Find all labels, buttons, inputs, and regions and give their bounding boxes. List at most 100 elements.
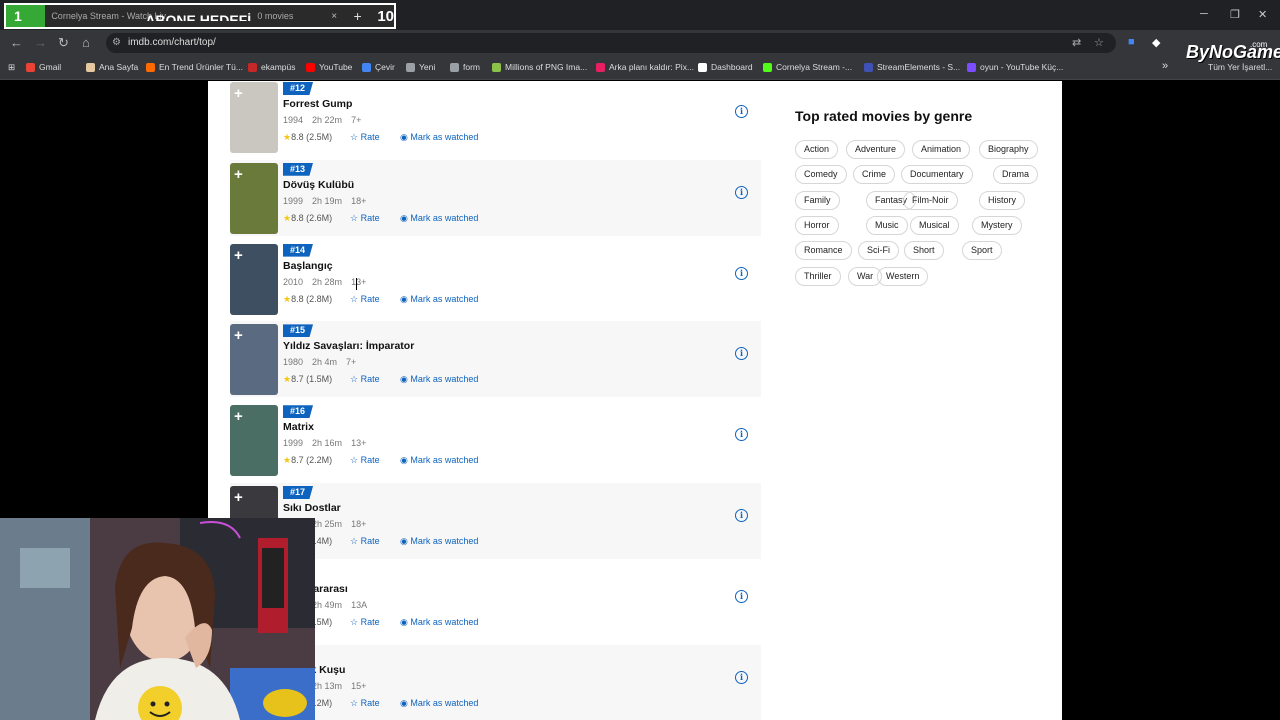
browser-tab[interactable]: Cornelya Stream - Watch Liv 0 movies ABO…	[45, 11, 324, 21]
movie-row[interactable]: + #13 Dövüş Kulübü 1999 2h 19m 18+ ★8.8 (2.6M)…	[230, 159, 761, 236]
movie-title[interactable]: Dövüş Kulübü	[283, 179, 354, 191]
genre-chip[interactable]: Biography	[979, 140, 1038, 159]
bookmark-item[interactable]: ekampüs	[248, 62, 296, 72]
back-icon[interactable]: ←	[10, 35, 23, 50]
movie-poster[interactable]: +	[230, 405, 278, 477]
genre-chip[interactable]: Mystery	[972, 216, 1022, 235]
movie-title[interactable]: Yıldız Savaşları: İmparator	[283, 340, 414, 352]
bookmark-item[interactable]: Gmail	[26, 62, 61, 72]
movie-poster[interactable]: +	[230, 243, 278, 315]
genre-chip[interactable]: Thriller	[795, 267, 841, 286]
bookmark-item[interactable]: oyun - YouTube Küç...	[967, 62, 1063, 72]
bookmark-item[interactable]: Yeni	[406, 62, 435, 72]
bookmark-item[interactable]: Arka planı kaldır: Pix...	[596, 62, 694, 72]
rate-button[interactable]: ☆ Rate	[350, 132, 380, 143]
genre-chip[interactable]: Musical	[910, 216, 959, 235]
mark-watched-button[interactable]: ◉ Mark as watched	[400, 698, 478, 709]
movie-poster[interactable]: +	[230, 162, 278, 234]
movie-row[interactable]: + #15 Yıldız Savaşları: İmparator 1980 2h 4m…	[230, 321, 761, 398]
rate-button[interactable]: ☆ Rate	[350, 536, 380, 547]
bookmark-item[interactable]: Çevir	[362, 62, 395, 72]
movie-title[interactable]: Sıkı Dostlar	[283, 502, 341, 514]
reload-icon[interactable]: ↻	[58, 35, 69, 51]
genre-chip[interactable]: History	[979, 191, 1026, 210]
mark-watched-button[interactable]: ◉ Mark as watched	[400, 536, 478, 547]
bookmark-star-icon[interactable]: ☆	[1094, 36, 1104, 49]
genre-chip[interactable]: Western	[877, 267, 929, 286]
genre-chip[interactable]: Sci-Fi	[858, 241, 899, 260]
rate-button[interactable]: ☆ Rate	[350, 455, 380, 466]
rate-button[interactable]: ☆ Rate	[350, 617, 380, 628]
add-to-watchlist-icon[interactable]: +	[234, 327, 243, 344]
add-to-watchlist-icon[interactable]: +	[234, 408, 243, 425]
bookmark-item[interactable]: YouTube	[306, 62, 352, 72]
tab-close-icon[interactable]: ×	[324, 11, 344, 22]
translate-icon[interactable]: ⇄	[1072, 36, 1081, 49]
add-to-watchlist-icon[interactable]: +	[234, 489, 243, 506]
mark-watched-button[interactable]: ◉ Mark as watched	[400, 294, 478, 305]
movie-row[interactable]: + #14 Başlangıç 2010 2h 28m 13+ ★8.8 (2.8M) ☆ R…	[230, 241, 761, 317]
info-icon[interactable]: i	[735, 105, 748, 118]
movie-poster[interactable]: +	[230, 324, 278, 396]
genre-chip[interactable]: Comedy	[795, 165, 847, 184]
bookmark-item[interactable]: Ana Sayfa	[86, 62, 138, 72]
home-icon[interactable]: ⌂	[82, 35, 90, 50]
genre-chip[interactable]: Sport	[962, 241, 1002, 260]
info-icon[interactable]: i	[735, 428, 748, 442]
all-bookmarks-link[interactable]: Tüm Yer İşaretl...	[1208, 62, 1272, 72]
mark-watched-button[interactable]: ◉ Mark as watched	[400, 374, 478, 385]
minimize-icon[interactable]: ─	[1200, 8, 1208, 20]
movie-title[interactable]: Forrest Gump	[283, 98, 352, 110]
bookmark-item[interactable]: StreamElements - S...	[864, 62, 960, 72]
genre-chip[interactable]: Horror	[795, 216, 839, 235]
info-icon[interactable]: i	[735, 266, 748, 280]
genre-chip[interactable]: Music	[866, 216, 908, 235]
info-icon[interactable]: i	[735, 509, 748, 522]
movie-title[interactable]: Başlangıç	[283, 260, 333, 272]
genre-chip[interactable]: Drama	[993, 165, 1039, 184]
restore-icon[interactable]: ❐	[1230, 8, 1240, 21]
genre-chip[interactable]: Animation	[912, 140, 971, 159]
info-icon[interactable]: i	[735, 347, 748, 361]
bookmark-item[interactable]: form	[450, 62, 480, 72]
apps-grid-icon[interactable]: ⊞	[8, 62, 15, 73]
bookmark-item[interactable]: Millions of PNG Ima...	[492, 62, 587, 72]
extension-diamond-icon[interactable]: ◆	[1152, 36, 1160, 49]
genre-chip[interactable]: Family	[795, 191, 840, 210]
add-to-watchlist-icon[interactable]: +	[234, 247, 243, 264]
close-window-icon[interactable]: ✕	[1258, 8, 1267, 21]
info-icon[interactable]: i	[735, 589, 748, 603]
add-to-watchlist-icon[interactable]: +	[234, 85, 243, 102]
rate-button[interactable]: ☆ Rate	[350, 374, 380, 385]
genre-chip[interactable]: Documentary	[901, 165, 973, 184]
more-bookmarks-icon[interactable]: »	[1162, 60, 1168, 72]
movie-title[interactable]: Matrix	[283, 421, 314, 433]
mark-watched-button[interactable]: ◉ Mark as watched	[400, 132, 478, 143]
bookmark-item[interactable]: Cornelya Stream -...	[763, 62, 852, 72]
genre-chip[interactable]: Adventure	[846, 140, 906, 159]
new-tab-icon[interactable]: +	[344, 8, 371, 24]
info-icon[interactable]: i	[735, 670, 748, 684]
movie-row[interactable]: + #12 Forrest Gump 1994 2h 22m 7+ ★8.8 (2.5M) ☆…	[230, 81, 761, 155]
genre-chip[interactable]: Crime	[853, 165, 895, 184]
forward-icon[interactable]: →	[34, 35, 47, 50]
url-input[interactable]: imdb.com/chart/top/	[106, 33, 1116, 53]
mark-watched-button[interactable]: ◉ Mark as watched	[400, 213, 478, 224]
rate-button[interactable]: ☆ Rate	[350, 213, 380, 224]
mark-watched-button[interactable]: ◉ Mark as watched	[400, 455, 478, 466]
movie-poster[interactable]: +	[230, 82, 278, 153]
bookmark-item[interactable]: Dashboard	[698, 62, 753, 72]
mark-watched-button[interactable]: ◉ Mark as watched	[400, 617, 478, 628]
extension-icon[interactable]: ■	[1128, 36, 1135, 48]
genre-chip[interactable]: Action	[795, 140, 839, 159]
genre-chip[interactable]: Short	[904, 241, 944, 260]
site-info-icon[interactable]: ⚙	[112, 37, 121, 48]
info-icon[interactable]: i	[735, 185, 748, 199]
genre-chip[interactable]: Romance	[795, 241, 852, 260]
rate-button[interactable]: ☆ Rate	[350, 294, 380, 305]
add-to-watchlist-icon[interactable]: +	[234, 166, 243, 183]
genre-chip[interactable]: Film-Noir	[903, 191, 958, 210]
movie-row[interactable]: + #16 Matrix 1999 2h 16m 13+ ★8.7 (2.2M) ☆ Rate…	[230, 402, 761, 478]
rate-button[interactable]: ☆ Rate	[350, 698, 380, 709]
bookmark-item[interactable]: En Trend Ürünler Tü...	[146, 62, 243, 72]
